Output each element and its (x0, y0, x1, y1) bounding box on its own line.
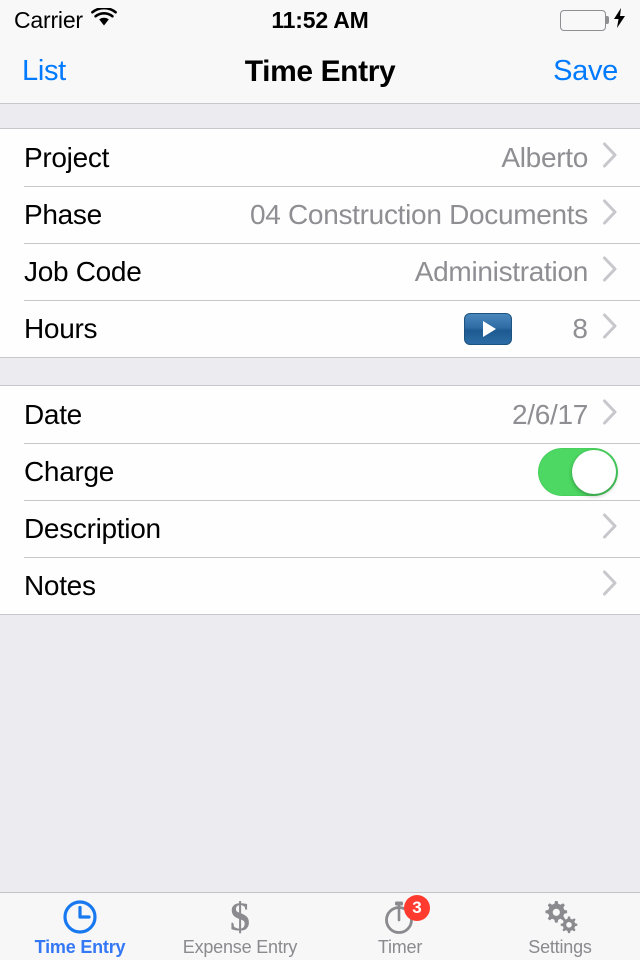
row-project-label: Project (24, 141, 110, 173)
stopwatch-icon: 3 (382, 895, 430, 935)
chevron-right-icon (602, 313, 618, 344)
dollar-icon: $ (230, 894, 250, 939)
app-screen: Carrier 11:52 AM List Time Entry Save Pr… (0, 0, 640, 960)
empty-area (0, 753, 640, 892)
form-section-details: Date 2/6/17 Charge Description Notes (0, 385, 640, 615)
row-charge[interactable]: Charge (0, 443, 640, 500)
battery-full-icon (560, 9, 609, 31)
row-hours-label: Hours (24, 312, 98, 344)
back-list-button[interactable]: List (22, 55, 66, 88)
navigation-bar: List Time Entry Save (0, 40, 640, 104)
tab-settings-label: Settings (528, 937, 592, 957)
row-phase-value: 04 Construction Documents (249, 198, 588, 230)
row-job-code-label: Job Code (24, 255, 142, 287)
tab-timer[interactable]: 3 Timer (320, 893, 480, 960)
row-job-code-value: Administration (414, 255, 589, 287)
form-section-project: Project Alberto Phase 04 Construction Do… (0, 128, 640, 358)
row-notes-label: Notes (24, 569, 96, 601)
lightning-bolt-icon (613, 7, 626, 33)
chevron-right-icon (602, 570, 618, 601)
row-phase-label: Phase (24, 198, 102, 230)
start-timer-play-button[interactable] (464, 312, 512, 345)
section-gap-middle (0, 358, 640, 385)
tab-timer-label: Timer (377, 937, 423, 957)
tab-time-entry[interactable]: Time Entry (0, 893, 160, 960)
row-job-code[interactable]: Job Code Administration (0, 243, 640, 300)
chevron-right-icon (602, 256, 618, 287)
status-bar-left: Carrier (14, 7, 117, 34)
timer-badge: 3 (404, 895, 430, 921)
charge-toggle-switch[interactable] (538, 447, 618, 496)
tab-settings[interactable]: Settings (480, 893, 640, 960)
tab-bar: Time Entry $ Expense Entry 3 Timer Setti… (0, 892, 640, 960)
row-notes[interactable]: Notes (0, 557, 640, 614)
tab-expense-entry-label: Expense Entry (182, 937, 298, 957)
row-project-value: Alberto (501, 141, 588, 173)
chevron-right-icon (602, 199, 618, 230)
gears-icon (541, 899, 579, 935)
row-description-label: Description (24, 512, 161, 544)
play-triangle-icon (483, 320, 496, 337)
tab-expense-entry[interactable]: $ Expense Entry (160, 893, 320, 960)
tab-time-entry-label: Time Entry (34, 937, 126, 957)
chevron-right-icon (602, 142, 618, 173)
row-hours-value: 8 (572, 312, 588, 344)
page-title: Time Entry (244, 54, 396, 88)
row-phase[interactable]: Phase 04 Construction Documents (0, 186, 640, 243)
clock-icon (62, 899, 98, 935)
toggle-knob (572, 449, 616, 494)
status-bar-right (560, 7, 626, 33)
row-date-label: Date (24, 398, 82, 430)
carrier-label: Carrier (14, 6, 83, 33)
row-hours[interactable]: Hours 8 (0, 300, 640, 357)
row-date-value: 2/6/17 (511, 398, 588, 430)
row-date[interactable]: Date 2/6/17 (0, 386, 640, 443)
status-bar: Carrier 11:52 AM (0, 0, 640, 40)
chevron-right-icon (602, 513, 618, 544)
section-gap-top (0, 104, 640, 128)
save-button[interactable]: Save (553, 55, 618, 88)
row-description[interactable]: Description (0, 500, 640, 557)
chevron-right-icon (602, 399, 618, 430)
row-project[interactable]: Project Alberto (0, 129, 640, 186)
form-content: Project Alberto Phase 04 Construction Do… (0, 104, 640, 754)
row-charge-label: Charge (24, 455, 115, 487)
wifi-icon (90, 6, 117, 32)
